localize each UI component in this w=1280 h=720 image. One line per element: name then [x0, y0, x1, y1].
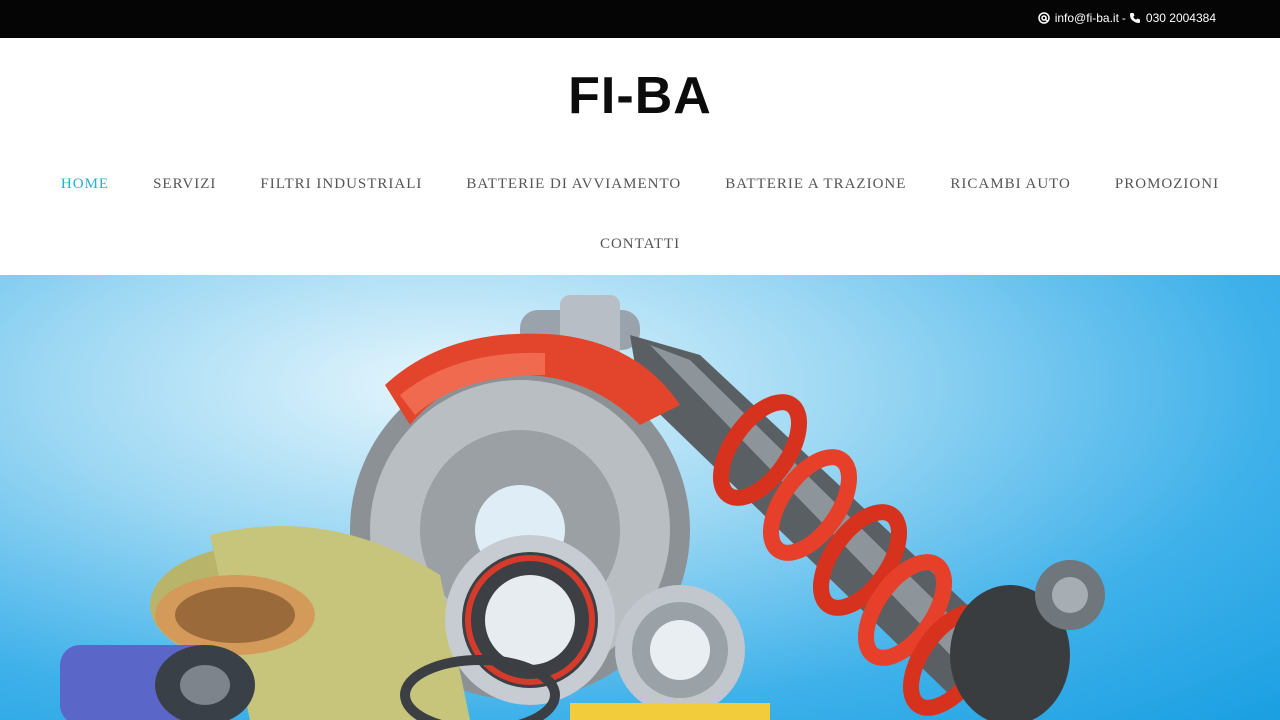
site-logo[interactable]: FI-BA — [0, 68, 1280, 124]
auto-parts-image — [60, 295, 1105, 720]
site-header: FI-BA HOME SERVIZI FILTRI INDUSTRIALI BA… — [0, 38, 1280, 275]
nav-item-batterie-di-avviamento[interactable]: BATTERIE DI AVVIAMENTO — [444, 159, 703, 219]
phone-link[interactable]: 030 2004384 — [1146, 11, 1216, 25]
email-link[interactable]: info@fi-ba.it — [1055, 11, 1119, 25]
nav-item-batterie-a-trazione[interactable]: BATTERIE A TRAZIONE — [703, 159, 928, 219]
nav-item-home[interactable]: HOME — [39, 159, 131, 219]
contact-info: info@fi-ba.it - 030 2004384 — [1038, 11, 1216, 25]
oil-filter-illustration — [60, 645, 255, 720]
nav-item-servizi[interactable]: SERVIZI — [131, 159, 238, 219]
hero-banner — [0, 275, 1280, 720]
nav-item-promozioni[interactable]: PROMOZIONI — [1093, 159, 1241, 219]
phone-icon — [1129, 12, 1142, 25]
top-contact-bar: info@fi-ba.it - 030 2004384 — [0, 0, 1280, 38]
at-icon — [1038, 12, 1051, 25]
contact-separator: - — [1121, 11, 1126, 25]
nav-item-ricambi-auto[interactable]: RICAMBI AUTO — [928, 159, 1093, 219]
main-navigation: HOME SERVIZI FILTRI INDUSTRIALI BATTERIE… — [0, 159, 1280, 279]
nav-item-contatti[interactable]: CONTATTI — [578, 219, 702, 279]
nav-item-filtri-industriali[interactable]: FILTRI INDUSTRIALI — [238, 159, 444, 219]
